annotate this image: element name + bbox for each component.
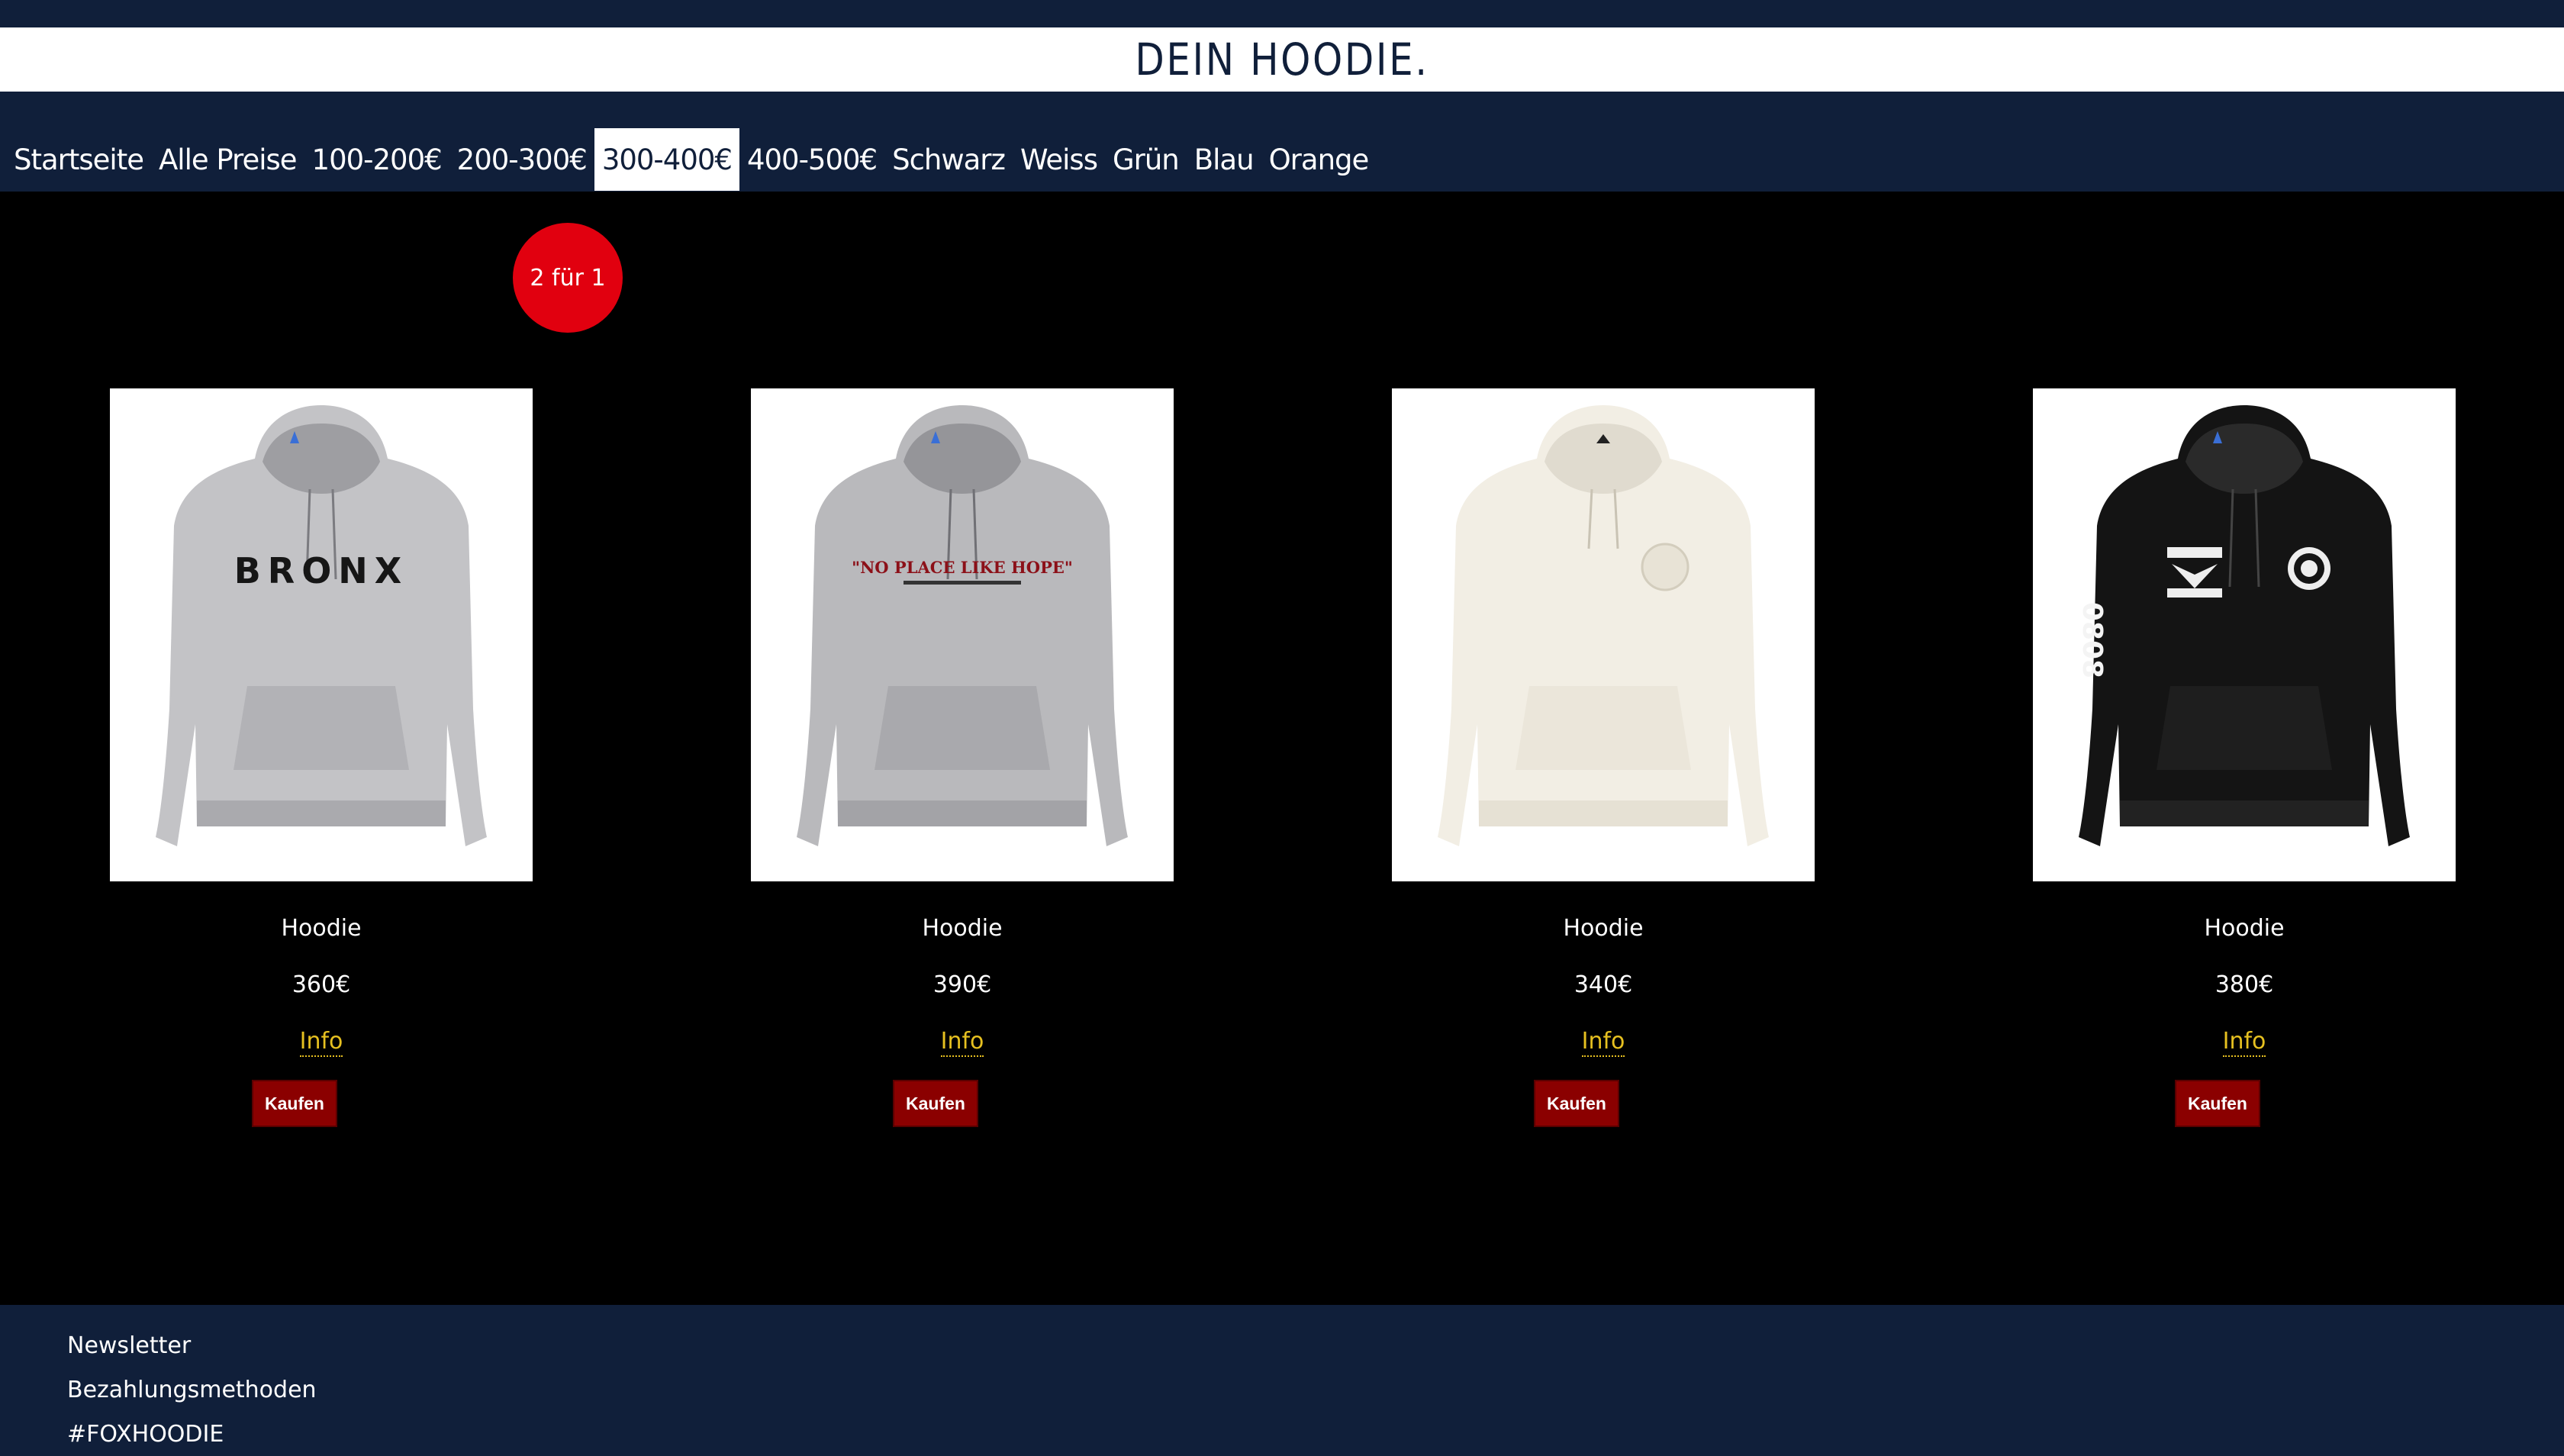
promo-badge: 2 für 1 bbox=[513, 223, 623, 333]
product-card: "NO PLACE LIKE HOPE" Hoodie 390€ Info Ka… bbox=[751, 388, 1174, 1127]
product-name: Hoodie bbox=[1563, 915, 1644, 942]
product-price: 340€ bbox=[1574, 971, 1633, 998]
product-info-link[interactable]: Info bbox=[940, 1026, 984, 1057]
product-price: 380€ bbox=[2215, 971, 2274, 998]
image-print-text: 0808 bbox=[2076, 602, 2108, 678]
product-card: 0808 Hoodie 380€ Info Kaufen bbox=[2033, 388, 2456, 1127]
top-strip bbox=[0, 0, 2564, 27]
footer-link-newsletter[interactable]: Newsletter bbox=[67, 1332, 191, 1359]
footer-link-payment-methods[interactable]: Bezahlungsmethoden bbox=[67, 1377, 317, 1403]
product-name: Hoodie bbox=[281, 915, 362, 942]
product-name: Hoodie bbox=[922, 915, 1003, 942]
product-name: Hoodie bbox=[2204, 915, 2285, 942]
nav-item-startseite[interactable]: Startseite bbox=[6, 128, 151, 191]
product-price: 360€ bbox=[292, 971, 351, 998]
buy-button-container: Kaufen bbox=[1392, 1080, 1815, 1127]
buy-button-container: Kaufen bbox=[2033, 1080, 2456, 1127]
buy-button[interactable]: Kaufen bbox=[893, 1080, 978, 1127]
image-print-text: BRONX bbox=[234, 550, 409, 591]
buy-button[interactable]: Kaufen bbox=[2175, 1080, 2260, 1127]
main-nav: Startseite Alle Preise 100-200€ 200-300€… bbox=[0, 92, 2564, 192]
site-header: DEIN HOODIE. bbox=[0, 27, 2564, 92]
nav-item-gruen[interactable]: Grün bbox=[1105, 128, 1187, 191]
nav-item-300-400[interactable]: 300-400€ bbox=[594, 128, 739, 191]
buy-button[interactable]: Kaufen bbox=[1534, 1080, 1619, 1127]
site-footer: Newsletter Bezahlungsmethoden #FOXHOODIE bbox=[0, 1305, 2564, 1456]
footer-link-foxhoodie[interactable]: #FOXHOODIE bbox=[67, 1421, 224, 1448]
nav-list: Startseite Alle Preise 100-200€ 200-300€… bbox=[6, 128, 1376, 191]
product-image-grey-bronx-hoodie[interactable]: BRONX bbox=[110, 388, 533, 881]
nav-item-200-300[interactable]: 200-300€ bbox=[449, 128, 594, 191]
buy-button-container: Kaufen bbox=[751, 1080, 1174, 1127]
nav-item-alle-preise[interactable]: Alle Preise bbox=[151, 128, 304, 191]
nav-item-orange[interactable]: Orange bbox=[1261, 128, 1377, 191]
nav-item-400-500[interactable]: 400-500€ bbox=[739, 128, 884, 191]
nav-item-weiss[interactable]: Weiss bbox=[1013, 128, 1105, 191]
buy-button[interactable]: Kaufen bbox=[252, 1080, 337, 1127]
product-image-black-print-hoodie[interactable]: 0808 bbox=[2033, 388, 2456, 881]
product-image-grey-slogan-hoodie[interactable]: "NO PLACE LIKE HOPE" bbox=[751, 388, 1174, 881]
product-info-link[interactable]: Info bbox=[2222, 1026, 2266, 1057]
product-image-cream-hoodie[interactable] bbox=[1392, 388, 1815, 881]
product-info-link[interactable]: Info bbox=[1581, 1026, 1625, 1057]
nav-item-schwarz[interactable]: Schwarz bbox=[884, 128, 1013, 191]
nav-item-100-200[interactable]: 100-200€ bbox=[304, 128, 449, 191]
product-info-link[interactable]: Info bbox=[299, 1026, 343, 1057]
nav-item-blau[interactable]: Blau bbox=[1187, 128, 1261, 191]
product-price: 390€ bbox=[933, 971, 992, 998]
site-title[interactable]: DEIN HOODIE. bbox=[1135, 34, 1429, 85]
buy-button-container: Kaufen bbox=[110, 1080, 533, 1127]
product-card: BRONX Hoodie 360€ Info Kaufen bbox=[110, 388, 533, 1127]
product-card: Hoodie 340€ Info Kaufen bbox=[1392, 388, 1815, 1127]
image-print-text: "NO PLACE LIKE HOPE" bbox=[852, 558, 1073, 577]
